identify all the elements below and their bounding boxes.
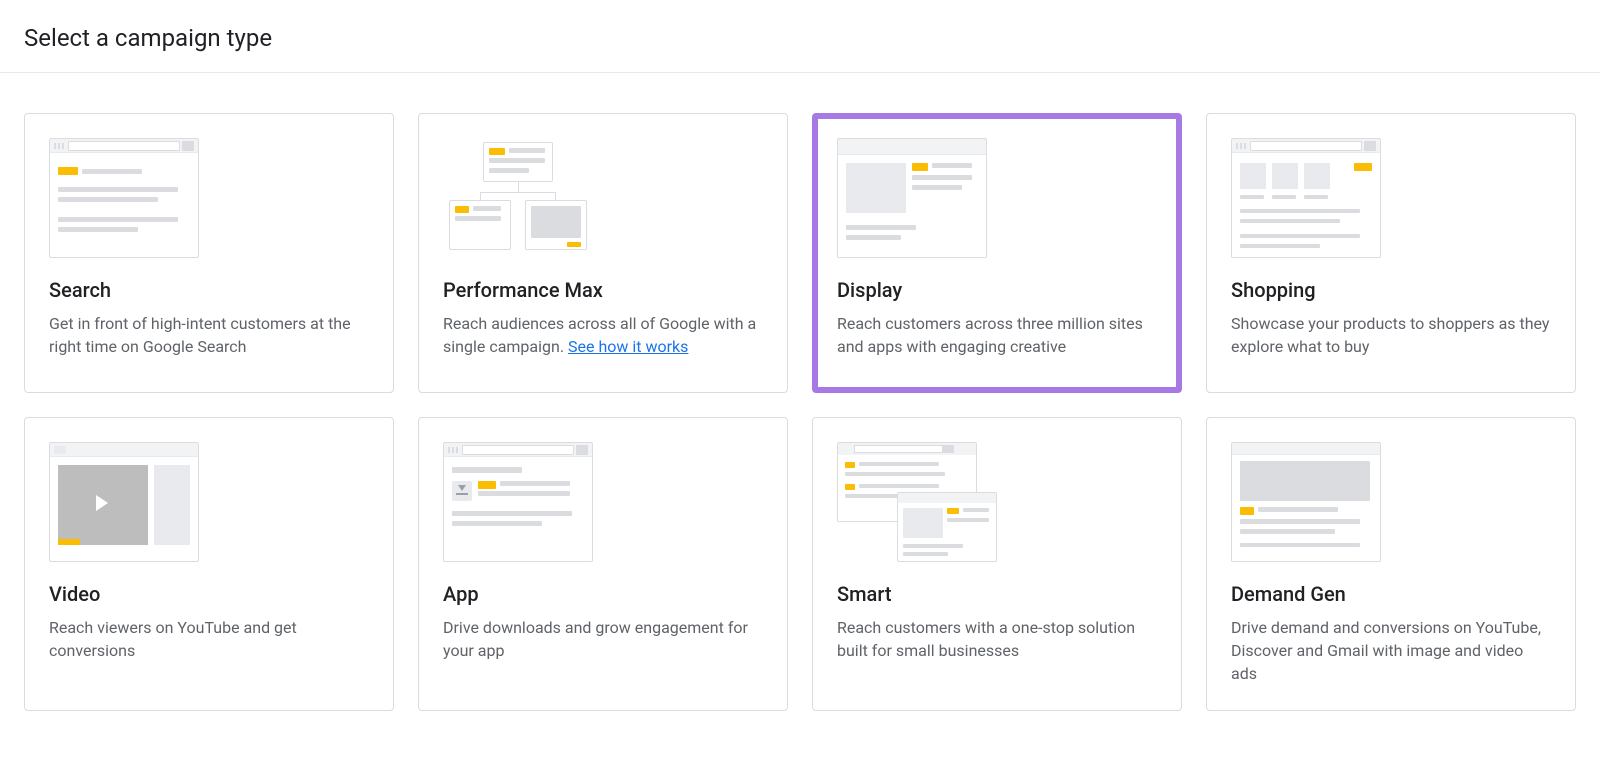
card-title: Demand Gen [1231, 582, 1551, 606]
smart-illustration [837, 442, 1007, 562]
campaign-card-app[interactable]: App Drive downloads and grow engagement … [418, 417, 788, 711]
card-desc: Get in front of high-intent customers at… [49, 312, 369, 358]
page-title: Select a campaign type [24, 24, 1576, 52]
pmax-illustration [443, 138, 593, 258]
card-title: Search [49, 278, 369, 302]
card-desc: Reach customers across three million sit… [837, 312, 1157, 358]
campaign-card-performance-max[interactable]: Performance Max Reach audiences across a… [418, 113, 788, 393]
campaign-card-display[interactable]: Display Reach customers across three mil… [812, 113, 1182, 393]
card-title: Performance Max [443, 278, 763, 302]
card-title: Smart [837, 582, 1157, 606]
campaign-card-video[interactable]: Video Reach viewers on YouTube and get c… [24, 417, 394, 711]
card-desc: Showcase your products to shoppers as th… [1231, 312, 1551, 358]
card-desc: Reach audiences across all of Google wit… [443, 312, 763, 358]
card-desc: Drive downloads and grow engagement for … [443, 616, 763, 662]
app-illustration [443, 442, 593, 562]
shopping-illustration [1231, 138, 1381, 258]
card-title: App [443, 582, 763, 606]
campaign-card-demand-gen[interactable]: Demand Gen Drive demand and conversions … [1206, 417, 1576, 711]
video-illustration [49, 442, 199, 562]
page-header: Select a campaign type [0, 0, 1600, 73]
campaign-card-search[interactable]: Search Get in front of high-intent custo… [24, 113, 394, 393]
demandgen-illustration [1231, 442, 1381, 562]
campaign-type-grid: Search Get in front of high-intent custo… [0, 73, 1600, 735]
campaign-card-shopping[interactable]: Shopping Showcase your products to shopp… [1206, 113, 1576, 393]
card-title: Video [49, 582, 369, 606]
card-desc: Reach viewers on YouTube and get convers… [49, 616, 369, 662]
campaign-card-smart[interactable]: Smart Reach customers with a one-stop so… [812, 417, 1182, 711]
card-title: Shopping [1231, 278, 1551, 302]
card-title: Display [837, 278, 1157, 302]
card-desc: Reach customers with a one-stop solution… [837, 616, 1157, 662]
display-illustration [837, 138, 987, 258]
card-desc: Drive demand and conversions on YouTube,… [1231, 616, 1551, 686]
see-how-it-works-link[interactable]: See how it works [568, 337, 688, 356]
search-illustration [49, 138, 199, 258]
